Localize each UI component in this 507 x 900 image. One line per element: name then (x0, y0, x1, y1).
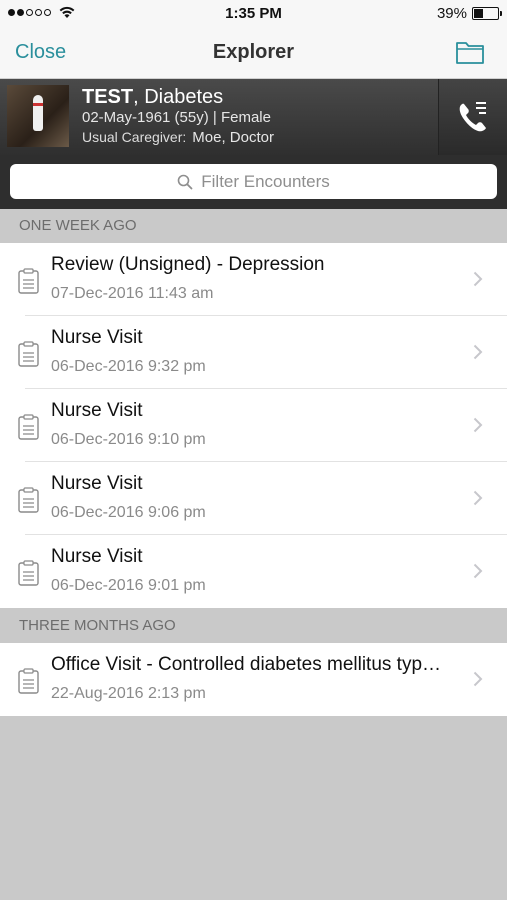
encounter-row[interactable]: Nurse Visit 06-Dec-2016 9:01 pm (0, 535, 507, 608)
encounter-title: Office Visit - Controlled diabetes melli… (51, 654, 442, 675)
clipboard-icon (18, 268, 39, 294)
caregiver-name: Moe, Doctor (192, 129, 274, 146)
filter-encounters-input[interactable]: Filter Encounters (10, 164, 497, 199)
encounter-date: 06-Dec-2016 9:01 pm (51, 577, 206, 594)
encounter-title: Nurse Visit (51, 327, 143, 348)
encounter-list-three-months-ago: Office Visit - Controlled diabetes melli… (0, 643, 507, 716)
clipboard-icon (18, 414, 39, 440)
chevron-right-icon (473, 417, 483, 433)
encounter-title: Nurse Visit (51, 473, 143, 494)
encounter-date: 07-Dec-2016 11:43 am (51, 285, 214, 302)
patient-banner[interactable]: TEST, Diabetes 02-May-1961 (55y) | Femal… (0, 79, 507, 155)
clipboard-icon (18, 487, 39, 513)
close-button[interactable]: Close (15, 41, 66, 64)
encounter-date: 22-Aug-2016 2:13 pm (51, 685, 206, 702)
search-icon (177, 174, 193, 189)
section-header-three-months-ago: THREE MONTHS AGO (0, 609, 507, 643)
clipboard-icon (18, 560, 39, 586)
navigation-bar: Close Explorer (0, 28, 507, 79)
encounter-title: Review (Unsigned) - Depression (51, 254, 325, 275)
patient-name: TEST, Diabetes (82, 86, 224, 108)
status-bar: 1:35 PM 39% (0, 0, 507, 28)
encounter-title: Nurse Visit (51, 546, 143, 567)
encounter-list-one-week-ago: Review (Unsigned) - Depression 07-Dec-20… (0, 243, 507, 608)
encounter-row[interactable]: Nurse Visit 06-Dec-2016 9:32 pm (0, 316, 507, 389)
battery-percentage: 39% (436, 5, 467, 22)
call-patient-button[interactable] (438, 79, 507, 155)
filter-bar: Filter Encounters (0, 155, 507, 209)
caregiver-label: Usual Caregiver: (82, 129, 187, 145)
folder-icon[interactable] (455, 39, 485, 65)
patient-dob-sex: 02-May-1961 (55y) | Female (82, 109, 271, 126)
battery-icon (472, 7, 502, 20)
encounter-date: 06-Dec-2016 9:10 pm (51, 431, 206, 448)
encounter-date: 06-Dec-2016 9:32 pm (51, 358, 206, 375)
status-time: 1:35 PM (225, 5, 282, 22)
chevron-right-icon (473, 490, 483, 506)
clipboard-icon (18, 668, 39, 694)
encounter-row[interactable]: Review (Unsigned) - Depression 07-Dec-20… (0, 243, 507, 316)
filter-placeholder: Filter Encounters (201, 171, 330, 191)
chevron-right-icon (473, 563, 483, 579)
encounter-row[interactable]: Nurse Visit 06-Dec-2016 9:10 pm (0, 389, 507, 462)
usual-caregiver: Usual Caregiver: Moe, Doctor (82, 129, 274, 146)
encounter-title: Nurse Visit (51, 400, 143, 421)
phone-list-icon (459, 102, 486, 132)
page-title: Explorer (212, 41, 295, 63)
chevron-right-icon (473, 271, 483, 287)
section-header-one-week-ago: ONE WEEK AGO (0, 209, 507, 243)
clipboard-icon (18, 341, 39, 367)
encounter-row[interactable]: Office Visit - Controlled diabetes melli… (0, 643, 507, 716)
chevron-right-icon (473, 344, 483, 360)
encounter-row[interactable]: Nurse Visit 06-Dec-2016 9:06 pm (0, 462, 507, 535)
chevron-right-icon (473, 671, 483, 687)
encounter-date: 06-Dec-2016 9:06 pm (51, 504, 206, 521)
patient-photo (7, 85, 69, 147)
